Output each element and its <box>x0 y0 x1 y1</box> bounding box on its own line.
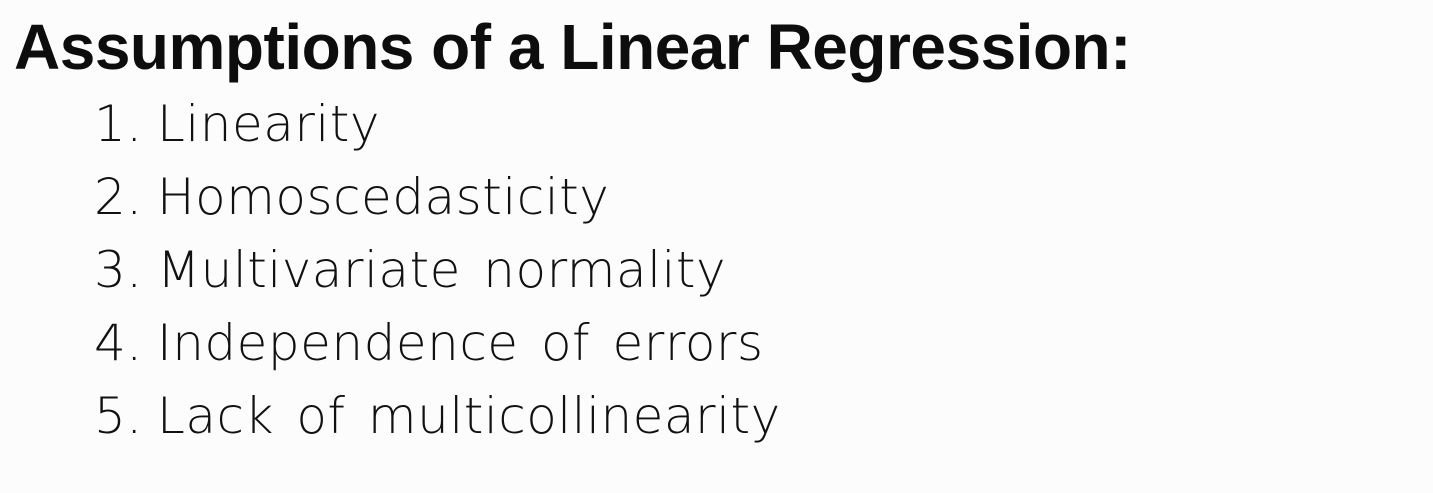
list-item-text: Independence of errors <box>157 314 764 372</box>
list-item-number: 3. <box>94 241 143 299</box>
list-item-number: 1. <box>94 95 143 153</box>
list-item-number: 5. <box>94 387 143 445</box>
assumption-list: 1. Linearity 2. Homoscedasticity 3. Mult… <box>14 88 1433 453</box>
list-item: 1. Linearity <box>94 88 1433 161</box>
list-item: 3. Multivariate normality <box>94 234 1433 307</box>
list-item-number: 4. <box>94 314 143 372</box>
list-item-text: Linearity <box>157 95 380 153</box>
slide-title: Assumptions of a Linear Regression: <box>14 11 1131 83</box>
slide: Assumptions of a Linear Regression: 1. L… <box>0 0 1433 493</box>
list-item-number: 2. <box>94 168 143 226</box>
list-item-text: Lack of multicollinearity <box>157 387 781 445</box>
list-item: 5. Lack of multicollinearity <box>94 380 1433 453</box>
list-item: 2. Homoscedasticity <box>94 161 1433 234</box>
list-item-text: Multivariate normality <box>157 241 727 299</box>
list-item-text: Homoscedasticity <box>157 168 610 226</box>
list-item: 4. Independence of errors <box>94 307 1433 380</box>
